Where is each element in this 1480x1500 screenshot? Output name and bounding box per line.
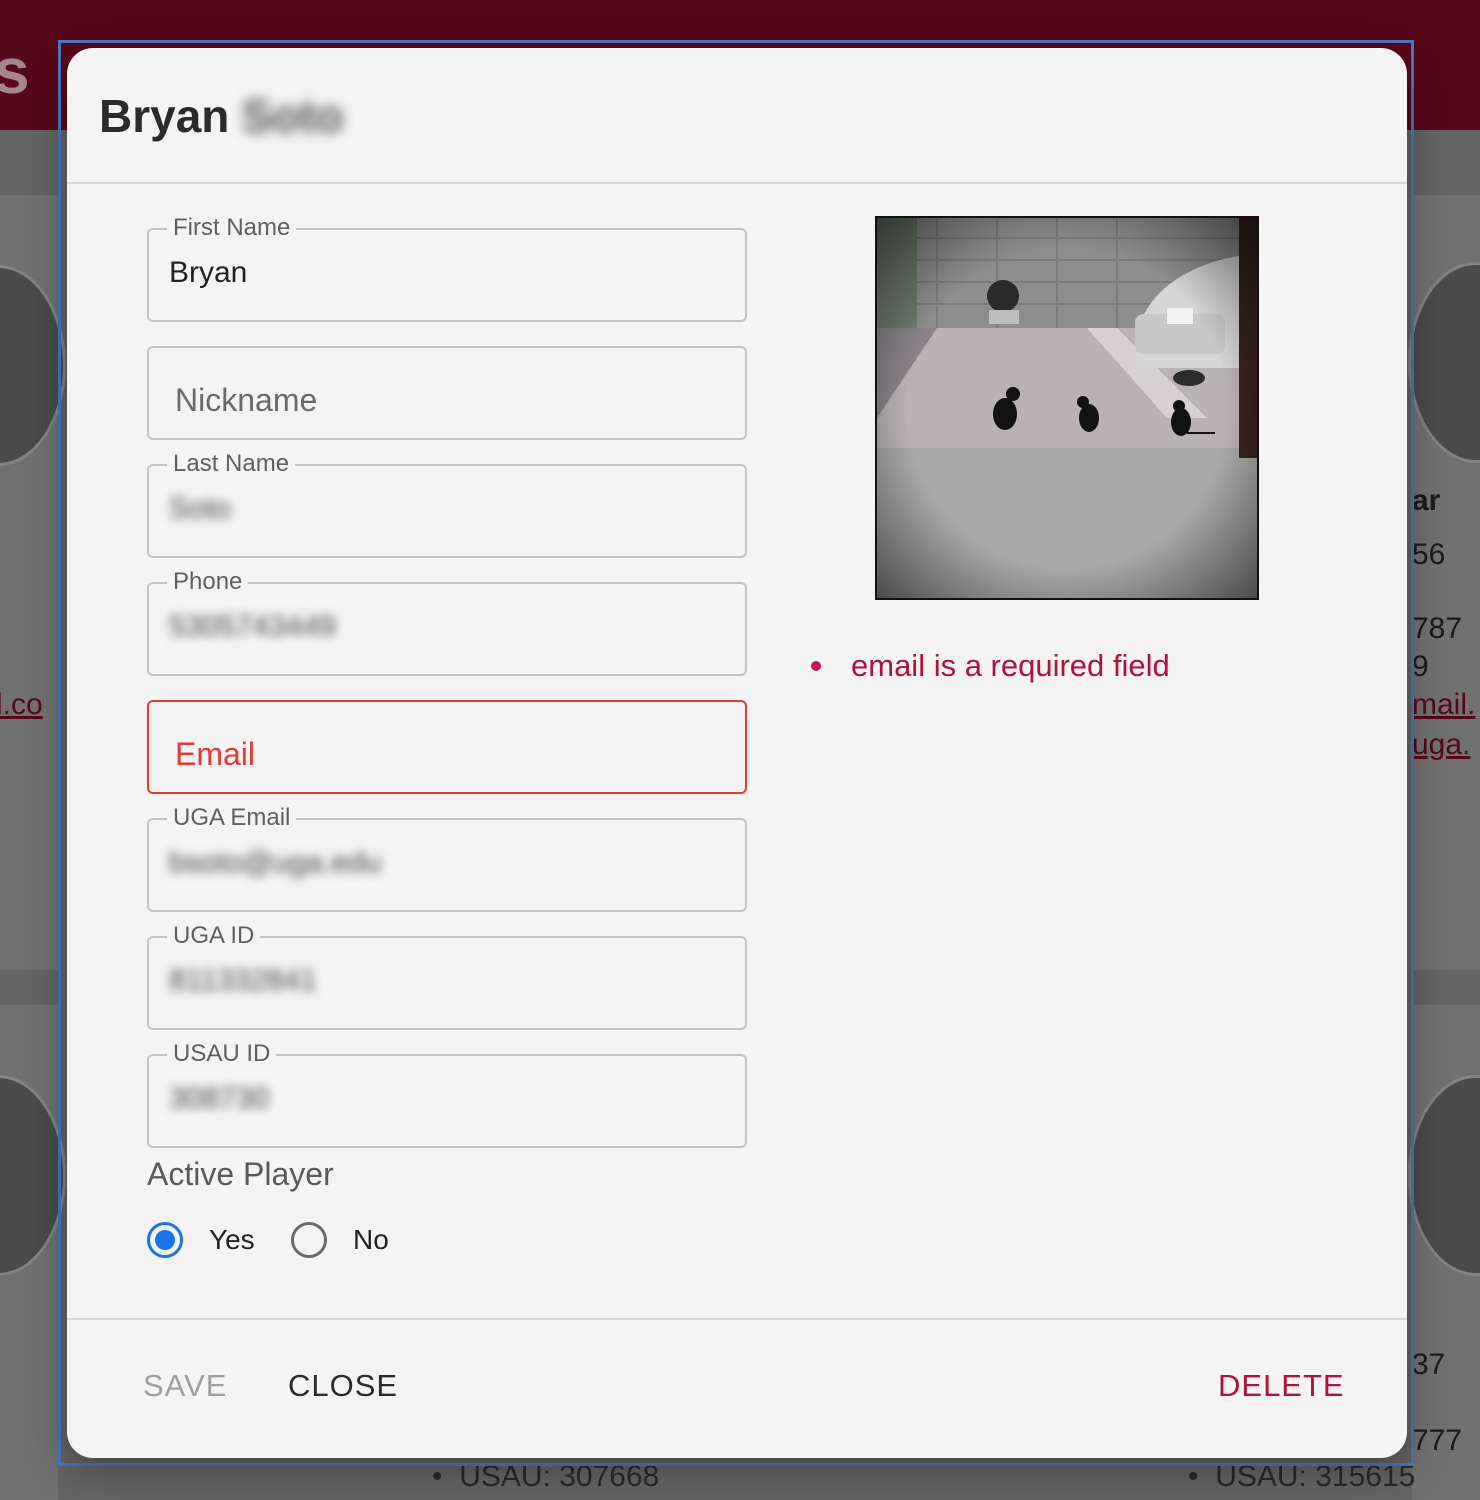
dialog-title: Bryan Soto xyxy=(99,86,344,146)
active-no-label: No xyxy=(353,1224,389,1255)
error-list-item: email is a required field xyxy=(807,648,1170,684)
active-no-radio[interactable]: No xyxy=(291,1216,389,1264)
usau-id-field[interactable]: USAU ID xyxy=(147,1040,747,1148)
email-required-error: email is a required field xyxy=(851,648,1170,683)
delete-button[interactable]: DELETE xyxy=(1218,1368,1345,1404)
usau-id-input[interactable] xyxy=(169,1082,725,1116)
last-name-label: Last Name xyxy=(167,450,296,478)
bullet-icon xyxy=(811,661,821,671)
edit-player-dialog: Bryan Soto First Name Nickname Last Name… xyxy=(67,48,1407,1458)
dialog-title-last-name: Soto xyxy=(241,90,344,142)
phone-field[interactable]: Phone xyxy=(147,568,747,676)
first-name-label: First Name xyxy=(167,214,297,242)
photo-cats-image xyxy=(877,218,1257,598)
nickname-placeholder: Nickname xyxy=(175,382,318,418)
first-name-field[interactable]: First Name xyxy=(147,214,747,322)
player-photo xyxy=(875,216,1259,600)
radio-unchecked-icon[interactable] xyxy=(291,1222,327,1258)
footer-divider xyxy=(67,1318,1407,1320)
uga-id-input[interactable] xyxy=(169,964,725,998)
active-yes-radio[interactable]: Yes xyxy=(147,1216,255,1264)
active-yes-label: Yes xyxy=(209,1224,255,1255)
save-button[interactable]: SAVE xyxy=(143,1368,227,1404)
uga-email-label: UGA Email xyxy=(167,804,297,832)
first-name-input[interactable] xyxy=(169,256,725,290)
uga-id-label: UGA ID xyxy=(167,922,261,950)
last-name-input[interactable] xyxy=(169,492,725,526)
email-placeholder: Email xyxy=(175,736,256,772)
dialog-title-first-name: Bryan xyxy=(99,90,230,142)
uga-id-field[interactable]: UGA ID xyxy=(147,922,747,1030)
uga-email-input[interactable] xyxy=(169,846,725,880)
header-divider xyxy=(67,182,1407,184)
close-button[interactable]: CLOSE xyxy=(288,1368,398,1404)
phone-input[interactable] xyxy=(169,610,725,644)
radio-checked-icon[interactable] xyxy=(147,1222,183,1258)
last-name-field[interactable]: Last Name xyxy=(147,450,747,558)
nickname-field[interactable]: Nickname xyxy=(147,346,747,440)
usau-id-label: USAU ID xyxy=(167,1040,277,1068)
active-player-label: Active Player xyxy=(147,1156,334,1192)
email-field[interactable]: Email xyxy=(147,700,747,794)
phone-label: Phone xyxy=(167,568,249,596)
uga-email-field[interactable]: UGA Email xyxy=(147,804,747,912)
